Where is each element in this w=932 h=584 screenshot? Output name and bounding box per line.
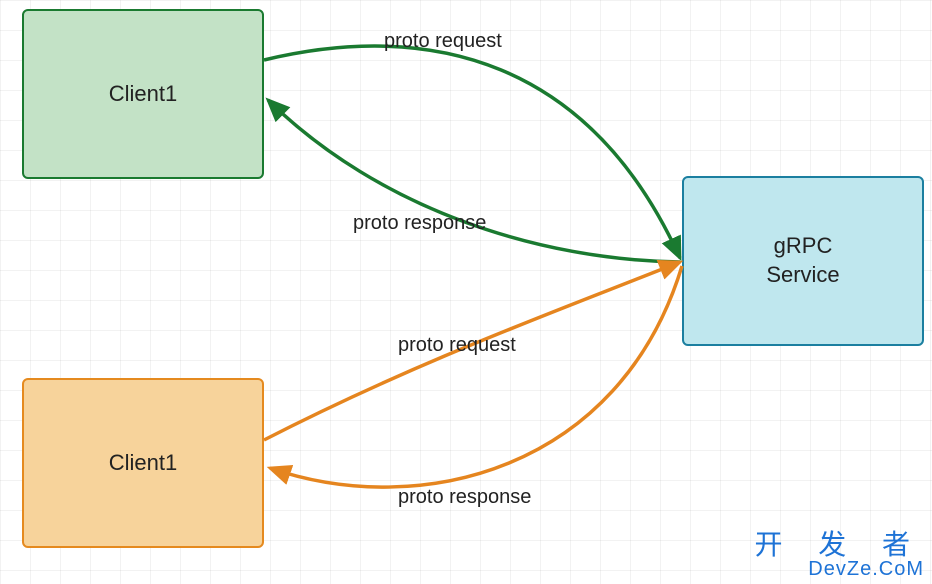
node-label: gRPCService: [766, 232, 839, 289]
node-label: Client1: [109, 449, 177, 478]
node-label: Client1: [109, 80, 177, 109]
edge-label-bot-response: proto response: [398, 486, 531, 509]
edge-label-top-request: proto request: [384, 30, 502, 53]
node-client1-top: Client1: [22, 9, 264, 179]
watermark: 开 发 者 DevZe.CoM: [754, 530, 924, 580]
node-client1-bottom: Client1: [22, 378, 264, 548]
watermark-en: DevZe.CoM: [754, 559, 924, 580]
edge-label-top-response: proto response: [353, 212, 486, 235]
diagram-canvas: Client1 Client1 gRPCService proto reques…: [0, 0, 932, 584]
node-grpc-service: gRPCService: [682, 176, 924, 346]
edge-label-bot-request: proto request: [398, 334, 516, 357]
watermark-cn: 开 发 者: [754, 530, 924, 559]
